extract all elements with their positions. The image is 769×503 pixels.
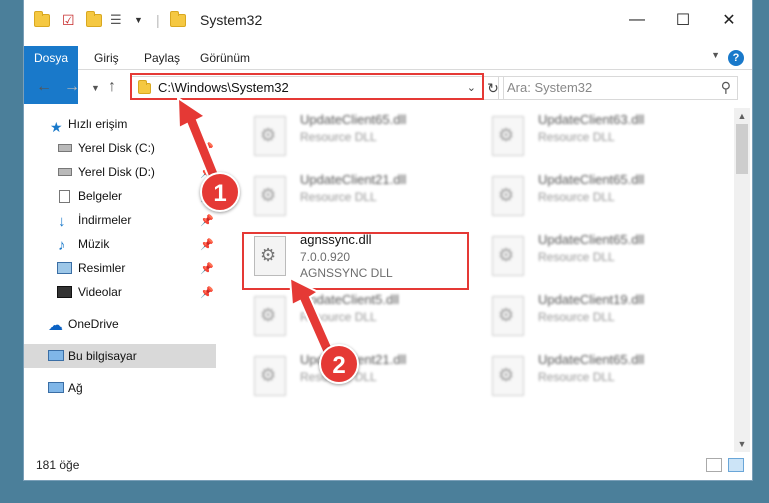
file-item[interactable]: UpdateClient19.dll Resource DLL — [482, 288, 712, 346]
dll-file-icon — [254, 116, 286, 156]
music-note-icon: ♪ — [58, 237, 66, 254]
search-placeholder: Ara: System32 — [507, 80, 593, 95]
recent-locations-icon[interactable]: ▼ — [91, 83, 100, 93]
address-highlight-box — [130, 73, 484, 100]
status-bar: 181 öğe — [24, 452, 752, 480]
dll-file-icon — [254, 176, 286, 216]
film-icon — [57, 286, 72, 298]
document-icon — [59, 190, 70, 203]
sidebar-item-onedrive[interactable]: ☁ OneDrive — [24, 312, 216, 336]
dll-file-icon — [492, 236, 524, 276]
window-title: System32 — [200, 12, 263, 28]
details-view-icon[interactable] — [706, 458, 722, 472]
pin-icon[interactable]: 📌 — [200, 257, 214, 281]
dll-file-icon — [492, 296, 524, 336]
title-bar: ☑ ☰ ▼ | System32 — ☐ ✕ — [24, 0, 752, 40]
item-count: 181 öğe — [36, 458, 80, 472]
pin-icon[interactable]: 📌 — [200, 281, 214, 305]
pin-icon[interactable]: 📌 — [200, 137, 214, 161]
drive-icon — [58, 144, 72, 152]
dll-file-icon — [492, 116, 524, 156]
pin-icon[interactable]: 📌 — [200, 209, 214, 233]
minimize-button[interactable]: — — [614, 0, 660, 40]
search-icon[interactable]: ⚲ — [721, 79, 731, 96]
picture-icon — [57, 262, 72, 274]
sidebar-item-pictures[interactable]: Resimler 📌 — [24, 256, 216, 280]
new-folder-icon[interactable] — [86, 0, 102, 40]
chevron-down-icon[interactable]: ▼ — [134, 0, 143, 40]
sidebar-item-this-pc[interactable]: Bu bilgisayar — [24, 344, 216, 368]
window-folder-icon — [170, 0, 186, 40]
dll-file-icon — [254, 356, 286, 396]
file-highlight-box — [242, 232, 469, 290]
scroll-down-icon[interactable]: ▼ — [734, 436, 750, 452]
pin-icon[interactable]: 📌 — [200, 233, 214, 257]
download-arrow-icon: ↓ — [58, 213, 66, 230]
large-icons-view-icon[interactable] — [728, 458, 744, 472]
scrollbar-thumb[interactable] — [736, 124, 748, 174]
ribbon-expand-icon[interactable]: ▼ — [711, 50, 720, 60]
dll-file-icon — [492, 176, 524, 216]
tab-home[interactable]: Giriş — [94, 46, 119, 70]
file-item[interactable]: UpdateClient65.dll Resource DLL — [482, 348, 712, 406]
computer-icon — [48, 350, 64, 361]
file-item[interactable]: UpdateClient63.dll Resource DLL — [482, 108, 712, 166]
drive-icon — [58, 168, 72, 176]
callout-badge-1: 1 — [200, 172, 240, 212]
star-icon: ★ — [50, 119, 63, 135]
forward-button[interactable]: → — [64, 78, 80, 96]
close-button[interactable]: ✕ — [706, 0, 752, 40]
file-item[interactable]: UpdateClient5.dll Resource DLL — [244, 288, 474, 346]
up-button[interactable]: ↑ — [108, 78, 116, 96]
sidebar-item-downloads[interactable]: ↓ İndirmeler 📌 — [24, 208, 216, 232]
folder-icon — [34, 0, 50, 40]
sidebar-item-disk-d[interactable]: Yerel Disk (D:) 📌 — [24, 160, 216, 184]
file-item[interactable]: UpdateClient21.dll Resource DLL — [244, 168, 474, 226]
customize-toolbar-icon[interactable]: ☰ — [110, 0, 122, 40]
network-icon — [48, 382, 64, 393]
sidebar-item-disk-c[interactable]: Yerel Disk (C:) 📌 — [24, 136, 216, 160]
sidebar-item-documents[interactable]: Belgeler 📌 — [24, 184, 216, 208]
cloud-icon: ☁ — [48, 317, 63, 334]
search-input[interactable]: Ara: System32 ⚲ — [498, 76, 738, 100]
scroll-up-icon[interactable]: ▲ — [734, 108, 750, 124]
dll-file-icon — [254, 296, 286, 336]
ribbon-tabs: Dosya Giriş Paylaş Görünüm ▼ ? — [24, 46, 752, 104]
properties-icon[interactable]: ☑ — [62, 0, 75, 40]
callout-badge-2: 2 — [319, 344, 359, 384]
sidebar-item-music[interactable]: ♪ Müzik 📌 — [24, 232, 216, 256]
maximize-button[interactable]: ☐ — [660, 0, 706, 40]
separator: | — [156, 12, 160, 28]
dll-file-icon — [492, 356, 524, 396]
vertical-scrollbar[interactable]: ▲ ▼ — [734, 108, 750, 452]
navigation-pane: ★ Hızlı erişim Yerel Disk (C:) 📌 Yerel D… — [24, 108, 216, 452]
sidebar-item-network[interactable]: Ağ — [24, 376, 216, 400]
file-item[interactable]: UpdateClient65.dll Resource DLL — [482, 228, 712, 286]
tab-view[interactable]: Görünüm — [200, 46, 250, 70]
back-button[interactable]: ← — [36, 78, 52, 96]
tab-share[interactable]: Paylaş — [144, 46, 180, 70]
file-item[interactable]: UpdateClient21.dll Resource DLL — [244, 348, 474, 406]
sidebar-item-quick-access[interactable]: ★ Hızlı erişim — [24, 112, 216, 136]
file-item[interactable]: UpdateClient65.dll Resource DLL — [244, 108, 474, 166]
sidebar-item-videos[interactable]: Videolar 📌 — [24, 280, 216, 304]
help-icon[interactable]: ? — [728, 50, 744, 66]
file-item[interactable]: UpdateClient65.dll Resource DLL — [482, 168, 712, 226]
